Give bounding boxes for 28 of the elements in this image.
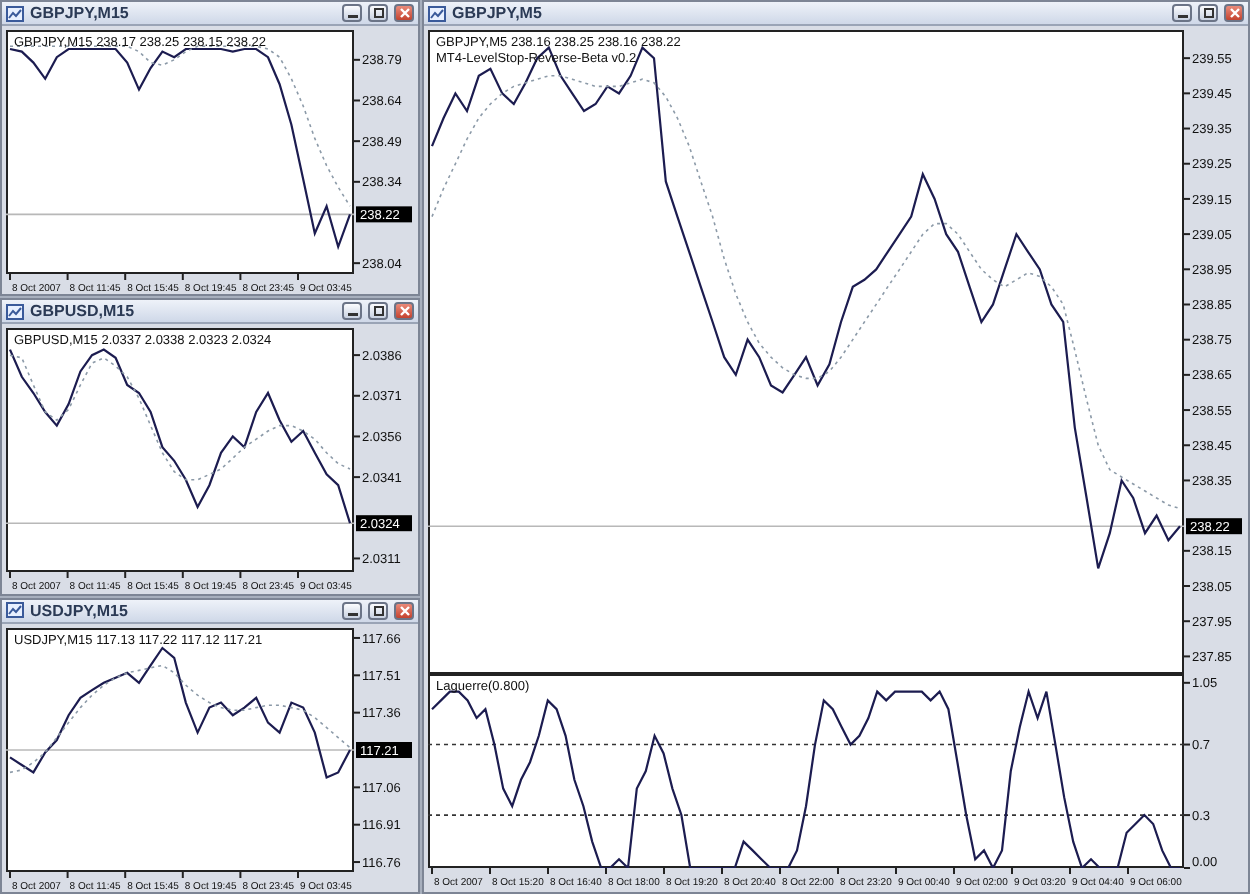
chart-icon [6, 602, 24, 619]
maximize-icon [373, 8, 383, 18]
maximize-icon [373, 605, 383, 616]
close-button[interactable] [394, 4, 414, 22]
close-icon [399, 306, 409, 317]
chart-icon [428, 5, 446, 21]
chart-icon [6, 303, 24, 320]
close-icon [399, 8, 409, 18]
window-title: USDJPY,M15 [30, 601, 130, 620]
minimize-button[interactable] [342, 601, 362, 620]
close-button[interactable] [394, 601, 414, 620]
window-title: GBPJPY,M15 [30, 4, 131, 22]
close-icon [399, 605, 409, 616]
maximize-button[interactable] [368, 302, 388, 321]
maximize-button[interactable] [1198, 4, 1218, 22]
minimize-button[interactable] [342, 4, 362, 22]
close-button[interactable] [394, 302, 414, 321]
minimize-button[interactable] [1172, 4, 1192, 22]
chart-icon [6, 5, 24, 21]
window-title: GBPJPY,M5 [452, 4, 544, 22]
maximize-icon [1203, 8, 1213, 18]
close-button[interactable] [1224, 4, 1244, 22]
close-icon [1229, 8, 1239, 18]
maximize-button[interactable] [368, 601, 388, 620]
maximize-icon [373, 306, 383, 317]
maximize-button[interactable] [368, 4, 388, 22]
window-title: GBPUSD,M15 [30, 302, 137, 321]
minimize-button[interactable] [342, 302, 362, 321]
